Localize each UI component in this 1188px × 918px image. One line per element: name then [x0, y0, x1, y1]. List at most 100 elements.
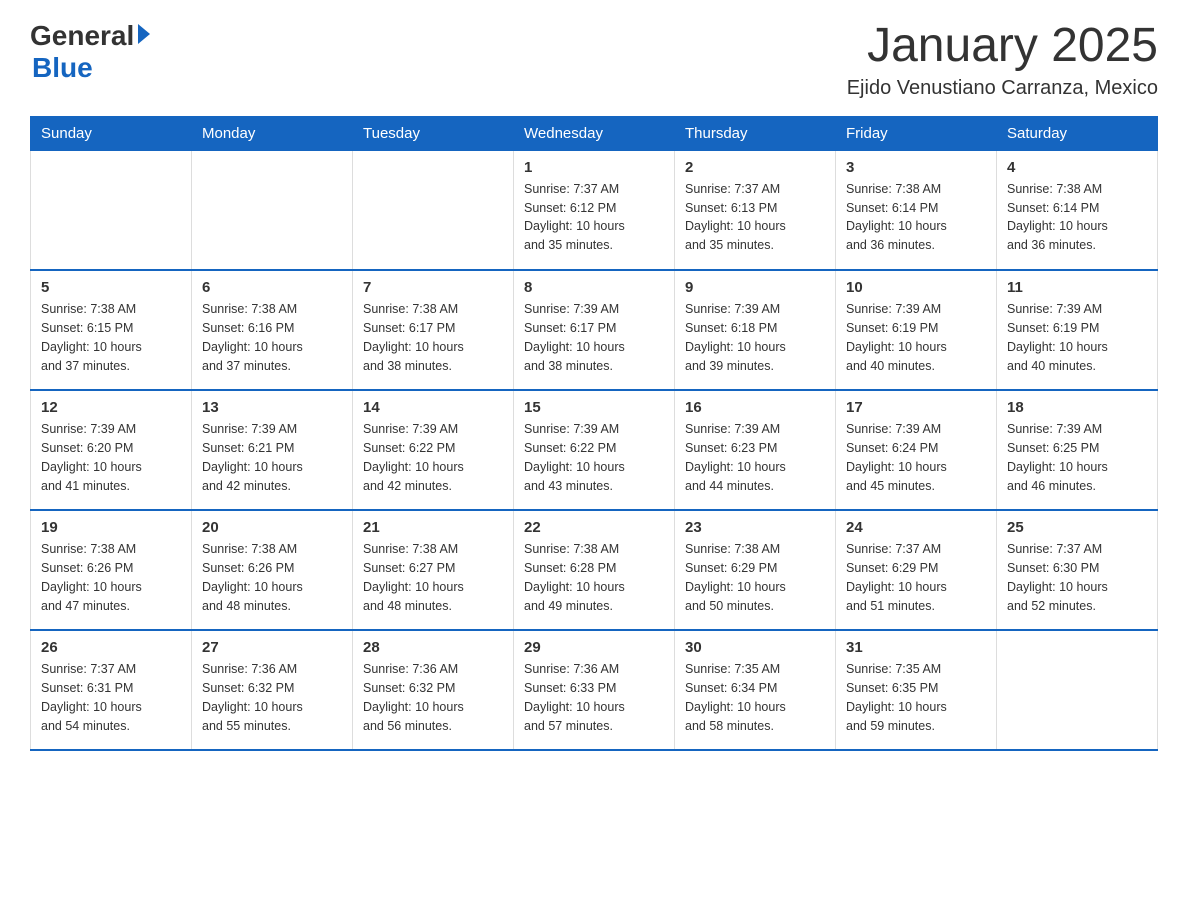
day-number: 3 [846, 159, 986, 176]
calendar-cell: 20 Sunrise: 7:38 AM Sunset: 6:26 PM Dayli… [192, 510, 353, 630]
day-info: Sunrise: 7:38 AM Sunset: 6:27 PM Dayligh… [363, 540, 503, 615]
calendar-body: 1 Sunrise: 7:37 AM Sunset: 6:12 PM Daylig… [31, 150, 1158, 750]
calendar-cell: 22 Sunrise: 7:38 AM Sunset: 6:28 PM Dayli… [514, 510, 675, 630]
day-number: 1 [524, 159, 664, 176]
calendar-cell: 11 Sunrise: 7:39 AM Sunset: 6:19 PM Dayli… [997, 270, 1158, 390]
calendar-cell: 27 Sunrise: 7:36 AM Sunset: 6:32 PM Dayli… [192, 630, 353, 750]
calendar-cell: 10Sunrise: 7:39 AM Sunset: 6:19 PM Dayli… [836, 270, 997, 390]
calendar-cell: 6 Sunrise: 7:38 AM Sunset: 6:16 PM Daylig… [192, 270, 353, 390]
calendar-cell: 1 Sunrise: 7:37 AM Sunset: 6:12 PM Daylig… [514, 150, 675, 270]
day-info: Sunrise: 7:38 AM Sunset: 6:26 PM Dayligh… [202, 540, 342, 615]
day-info: Sunrise: 7:39 AM Sunset: 6:20 PM Dayligh… [41, 420, 181, 495]
calendar-cell: 5 Sunrise: 7:38 AM Sunset: 6:15 PM Daylig… [31, 270, 192, 390]
day-number: 15 [524, 399, 664, 416]
day-info: Sunrise: 7:36 AM Sunset: 6:32 PM Dayligh… [363, 660, 503, 735]
calendar-cell: 18 Sunrise: 7:39 AM Sunset: 6:25 PM Dayli… [997, 390, 1158, 510]
day-number: 31 [846, 639, 986, 656]
location-subtitle: Ejido Venustiano Carranza, Mexico [847, 77, 1158, 100]
calendar-cell [192, 150, 353, 270]
calendar-cell: 26 Sunrise: 7:37 AM Sunset: 6:31 PM Dayli… [31, 630, 192, 750]
calendar-cell: 31 Sunrise: 7:35 AM Sunset: 6:35 PM Dayli… [836, 630, 997, 750]
calendar-cell: 4 Sunrise: 7:38 AM Sunset: 6:14 PM Daylig… [997, 150, 1158, 270]
day-number: 13 [202, 399, 342, 416]
day-number: 10 [846, 279, 986, 296]
day-info: Sunrise: 7:39 AM Sunset: 6:25 PM Dayligh… [1007, 420, 1147, 495]
day-number: 25 [1007, 519, 1147, 536]
calendar-cell: 24 Sunrise: 7:37 AM Sunset: 6:29 PM Dayli… [836, 510, 997, 630]
day-info: Sunrise: 7:38 AM Sunset: 6:17 PM Dayligh… [363, 300, 503, 375]
weekday-header-saturday: Saturday [997, 116, 1158, 150]
day-number: 27 [202, 639, 342, 656]
day-number: 7 [363, 279, 503, 296]
day-info: Sunrise: 7:36 AM Sunset: 6:32 PM Dayligh… [202, 660, 342, 735]
day-info: Sunrise: 7:38 AM Sunset: 6:28 PM Dayligh… [524, 540, 664, 615]
day-info: Sunrise: 7:38 AM Sunset: 6:14 PM Dayligh… [1007, 180, 1147, 255]
day-info: Sunrise: 7:39 AM Sunset: 6:22 PM Dayligh… [524, 420, 664, 495]
day-info: Sunrise: 7:37 AM Sunset: 6:31 PM Dayligh… [41, 660, 181, 735]
calendar-cell: 29 Sunrise: 7:36 AM Sunset: 6:33 PM Dayli… [514, 630, 675, 750]
day-number: 18 [1007, 399, 1147, 416]
day-number: 5 [41, 279, 181, 296]
day-info: Sunrise: 7:38 AM Sunset: 6:16 PM Dayligh… [202, 300, 342, 375]
weekday-header-tuesday: Tuesday [353, 116, 514, 150]
weekday-header-sunday: Sunday [31, 116, 192, 150]
calendar-cell: 16 Sunrise: 7:39 AM Sunset: 6:23 PM Dayli… [675, 390, 836, 510]
calendar-cell: 9 Sunrise: 7:39 AM Sunset: 6:18 PM Daylig… [675, 270, 836, 390]
calendar-cell: 2 Sunrise: 7:37 AM Sunset: 6:13 PM Daylig… [675, 150, 836, 270]
calendar-week-3: 12 Sunrise: 7:39 AM Sunset: 6:20 PM Dayli… [31, 390, 1158, 510]
calendar-week-2: 5 Sunrise: 7:38 AM Sunset: 6:15 PM Daylig… [31, 270, 1158, 390]
day-number: 11 [1007, 279, 1147, 296]
day-info: Sunrise: 7:37 AM Sunset: 6:12 PM Dayligh… [524, 180, 664, 255]
calendar-cell: 14 Sunrise: 7:39 AM Sunset: 6:22 PM Dayli… [353, 390, 514, 510]
weekday-header-friday: Friday [836, 116, 997, 150]
day-info: Sunrise: 7:38 AM Sunset: 6:29 PM Dayligh… [685, 540, 825, 615]
day-info: Sunrise: 7:37 AM Sunset: 6:29 PM Dayligh… [846, 540, 986, 615]
calendar-header: SundayMondayTuesdayWednesdayThursdayFrid… [31, 116, 1158, 150]
day-number: 22 [524, 519, 664, 536]
day-info: Sunrise: 7:37 AM Sunset: 6:13 PM Dayligh… [685, 180, 825, 255]
title-section: January 2025 Ejido Venustiano Carranza, … [847, 20, 1158, 100]
calendar-cell: 19Sunrise: 7:38 AM Sunset: 6:26 PM Dayli… [31, 510, 192, 630]
calendar-cell: 15 Sunrise: 7:39 AM Sunset: 6:22 PM Dayli… [514, 390, 675, 510]
calendar-cell: 21 Sunrise: 7:38 AM Sunset: 6:27 PM Dayli… [353, 510, 514, 630]
weekday-header-monday: Monday [192, 116, 353, 150]
calendar-cell: 17Sunrise: 7:39 AM Sunset: 6:24 PM Dayli… [836, 390, 997, 510]
day-number: 9 [685, 279, 825, 296]
day-number: 2 [685, 159, 825, 176]
day-number: 6 [202, 279, 342, 296]
calendar-cell: 30Sunrise: 7:35 AM Sunset: 6:34 PM Dayli… [675, 630, 836, 750]
day-number: 4 [1007, 159, 1147, 176]
day-number: 16 [685, 399, 825, 416]
calendar-table: SundayMondayTuesdayWednesdayThursdayFrid… [30, 116, 1158, 752]
day-number: 23 [685, 519, 825, 536]
month-title: January 2025 [847, 20, 1158, 73]
calendar-cell: 12 Sunrise: 7:39 AM Sunset: 6:20 PM Dayli… [31, 390, 192, 510]
day-info: Sunrise: 7:39 AM Sunset: 6:17 PM Dayligh… [524, 300, 664, 375]
day-info: Sunrise: 7:39 AM Sunset: 6:18 PM Dayligh… [685, 300, 825, 375]
day-info: Sunrise: 7:38 AM Sunset: 6:14 PM Dayligh… [846, 180, 986, 255]
day-number: 12 [41, 399, 181, 416]
day-info: Sunrise: 7:35 AM Sunset: 6:35 PM Dayligh… [846, 660, 986, 735]
day-info: Sunrise: 7:37 AM Sunset: 6:30 PM Dayligh… [1007, 540, 1147, 615]
day-info: Sunrise: 7:39 AM Sunset: 6:23 PM Dayligh… [685, 420, 825, 495]
day-info: Sunrise: 7:39 AM Sunset: 6:24 PM Dayligh… [846, 420, 986, 495]
calendar-week-1: 1 Sunrise: 7:37 AM Sunset: 6:12 PM Daylig… [31, 150, 1158, 270]
calendar-cell: 8Sunrise: 7:39 AM Sunset: 6:17 PM Daylig… [514, 270, 675, 390]
calendar-week-4: 19Sunrise: 7:38 AM Sunset: 6:26 PM Dayli… [31, 510, 1158, 630]
day-info: Sunrise: 7:36 AM Sunset: 6:33 PM Dayligh… [524, 660, 664, 735]
calendar-cell: 3 Sunrise: 7:38 AM Sunset: 6:14 PM Daylig… [836, 150, 997, 270]
day-info: Sunrise: 7:39 AM Sunset: 6:19 PM Dayligh… [1007, 300, 1147, 375]
weekday-header-wednesday: Wednesday [514, 116, 675, 150]
day-info: Sunrise: 7:38 AM Sunset: 6:15 PM Dayligh… [41, 300, 181, 375]
day-info: Sunrise: 7:39 AM Sunset: 6:22 PM Dayligh… [363, 420, 503, 495]
calendar-cell: 13Sunrise: 7:39 AM Sunset: 6:21 PM Dayli… [192, 390, 353, 510]
day-info: Sunrise: 7:38 AM Sunset: 6:26 PM Dayligh… [41, 540, 181, 615]
logo-general: General [30, 20, 134, 52]
day-number: 21 [363, 519, 503, 536]
day-number: 29 [524, 639, 664, 656]
day-number: 24 [846, 519, 986, 536]
day-info: Sunrise: 7:35 AM Sunset: 6:34 PM Dayligh… [685, 660, 825, 735]
day-number: 26 [41, 639, 181, 656]
day-number: 14 [363, 399, 503, 416]
day-number: 20 [202, 519, 342, 536]
